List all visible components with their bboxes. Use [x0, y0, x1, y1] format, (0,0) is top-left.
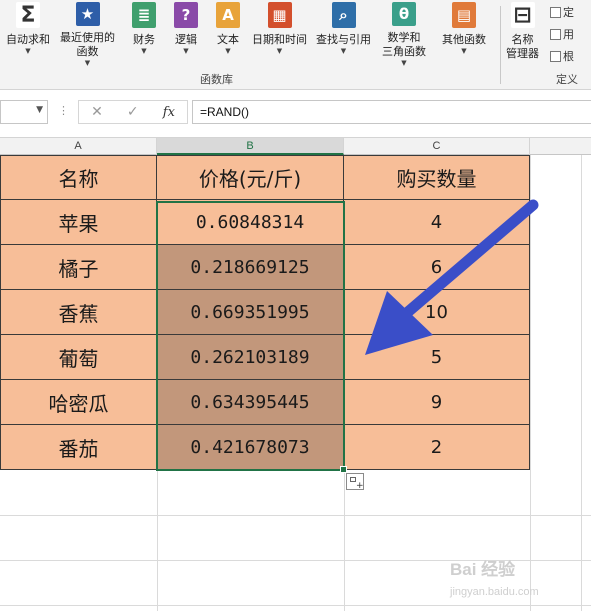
function-library-group-label: 函数库 — [200, 73, 233, 86]
ribbon-button-calendar[interactable]: ▦ 日期和时间 ▼ — [252, 2, 307, 68]
chevron-down-icon: ▼ — [25, 47, 31, 55]
ribbon: Σ 自动求和 ▼ ★ 最近使用的 函数 ▼ ≣ 财务 ▼? 逻辑 ▼ A 文本 ▼ ▦ 日期和时间 ▼ ⌕ 查找与引用… — [0, 0, 591, 90]
header-name-cell[interactable]: 名称 — [0, 155, 157, 200]
chevron-down-icon: ▼ — [461, 47, 467, 55]
fruit-name-cell[interactable]: 橘子 — [0, 245, 157, 290]
question-icon: ? — [174, 2, 198, 28]
ribbon-button-label: 其他函数 — [442, 33, 486, 46]
ribbon-button-money-stack[interactable]: ≣ 财务 ▼ — [132, 2, 156, 68]
quick-analysis-icon[interactable]: + — [346, 473, 364, 491]
fruit-name-cell[interactable]: 哈密瓜 — [0, 380, 157, 425]
cancel-icon[interactable]: ✕ — [91, 104, 103, 120]
fruit-name-cell[interactable]: 番茄 — [0, 425, 157, 470]
formula-tools: ✕ ✓ fx — [78, 100, 188, 124]
annotation-arrow-icon — [365, 199, 539, 355]
ribbon-button-text-a[interactable]: A 文本 ▼ — [216, 2, 240, 68]
ribbon-button-label: 名称 管理器 — [506, 33, 539, 60]
baidu-watermark: Bai 经验 jingyan.baidu.com — [450, 560, 539, 598]
star-icon: ★ — [75, 2, 100, 26]
ribbon-button-label: 文本 — [217, 33, 239, 46]
fruit-name-cell[interactable]: 香蕉 — [0, 290, 157, 335]
chevron-down-icon: ▼ — [84, 59, 91, 67]
text-a-icon: A — [216, 2, 240, 28]
column-header-a[interactable]: A — [0, 138, 157, 155]
table-row: 番茄 0.421678073 2 — [0, 425, 530, 470]
lookup-icon: ⌕ — [331, 2, 356, 28]
ribbon-separator — [500, 6, 501, 84]
header-qty-cell[interactable]: 购买数量 — [344, 155, 530, 200]
ribbon-button-question[interactable]: ? 逻辑 ▼ — [174, 2, 198, 68]
defined-names-group-label: 定义 — [556, 73, 578, 86]
ribbon-button-tag[interactable]: ⊟ 名称 管理器 — [506, 2, 539, 68]
ribbon-button-label: 自动求和 — [6, 33, 50, 46]
quantity-cell[interactable]: 9 — [344, 380, 530, 425]
more-dots-icon: ⋮ — [58, 104, 69, 117]
price-cell[interactable]: 0.60848314 — [157, 200, 344, 245]
table-header-row: 名称 价格(元/斤) 购买数量 — [0, 155, 530, 200]
column-headers: A B C — [0, 138, 591, 155]
chevron-down-icon: ▼ — [401, 59, 407, 67]
header-price-cell[interactable]: 价格(元/斤) — [157, 155, 344, 200]
chevron-down-icon: ▼ — [276, 47, 283, 55]
chevron-down-icon[interactable]: ▼ — [36, 105, 43, 115]
chevron-down-icon: ▼ — [141, 47, 147, 55]
price-cell[interactable]: 0.669351995 — [157, 290, 344, 335]
gridline — [0, 515, 591, 516]
price-cell[interactable]: 0.262103189 — [157, 335, 344, 380]
fruit-name-cell[interactable]: 葡萄 — [0, 335, 157, 380]
theta-icon: θ — [392, 2, 416, 26]
formula-bar: ▼ ⋮ ✕ ✓ fx =RAND() — [0, 90, 591, 138]
ribbon-button-label: 逻辑 — [175, 33, 197, 46]
quantity-cell[interactable]: 2 — [344, 425, 530, 470]
ribbon-button-sigma[interactable]: Σ 自动求和 ▼ — [6, 2, 50, 68]
price-cell[interactable]: 0.634395445 — [157, 380, 344, 425]
define-name-command[interactable]: 定 — [550, 4, 574, 20]
chevron-down-icon: ▼ — [183, 47, 189, 55]
use-in-formula-command[interactable]: 用 — [550, 26, 574, 42]
ribbon-button-label: 查找与引用 — [316, 33, 371, 46]
gridline — [157, 470, 158, 611]
price-cell[interactable]: 0.218669125 — [157, 245, 344, 290]
ribbon-button-label: 财务 — [133, 33, 155, 46]
name-box[interactable]: ▼ — [0, 100, 48, 124]
table-row: 哈密瓜 0.634395445 9 — [0, 380, 530, 425]
money-stack-icon: ≣ — [132, 2, 156, 28]
ribbon-button-label: 最近使用的 函数 — [60, 31, 115, 58]
column-header-b[interactable]: B — [157, 138, 344, 155]
ribbon-button-star[interactable]: ★ 最近使用的 函数 ▼ — [60, 2, 115, 68]
insert-function-icon[interactable]: fx — [163, 105, 175, 120]
formula-input[interactable]: =RAND() — [192, 100, 591, 124]
create-from-selection-command[interactable]: 根 — [550, 48, 574, 64]
sigma-icon: Σ — [16, 2, 40, 28]
ribbon-button-lookup[interactable]: ⌕ 查找与引用 ▼ — [316, 2, 371, 68]
ribbon-button-label: 数学和 三角函数 — [382, 31, 426, 58]
gridline — [0, 605, 591, 606]
price-cell[interactable]: 0.421678073 — [157, 425, 344, 470]
chevron-down-icon: ▼ — [225, 47, 231, 55]
ribbon-button-theta[interactable]: θ 数学和 三角函数 ▼ — [382, 2, 426, 68]
tag-icon: ⊟ — [510, 2, 535, 28]
confirm-icon[interactable]: ✓ — [127, 104, 139, 120]
ribbon-button-label: 日期和时间 — [252, 33, 307, 46]
gridline — [581, 155, 582, 611]
column-header-c[interactable]: C — [344, 138, 530, 155]
calendar-icon: ▦ — [267, 2, 292, 28]
gridline — [344, 470, 345, 611]
fruit-name-cell[interactable]: 苹果 — [0, 200, 157, 245]
fill-handle[interactable] — [340, 466, 347, 473]
more-functions-icon: ▤ — [452, 2, 476, 28]
chevron-down-icon: ▼ — [340, 47, 347, 55]
ribbon-button-more-functions[interactable]: ▤ 其他函数 ▼ — [442, 2, 486, 68]
